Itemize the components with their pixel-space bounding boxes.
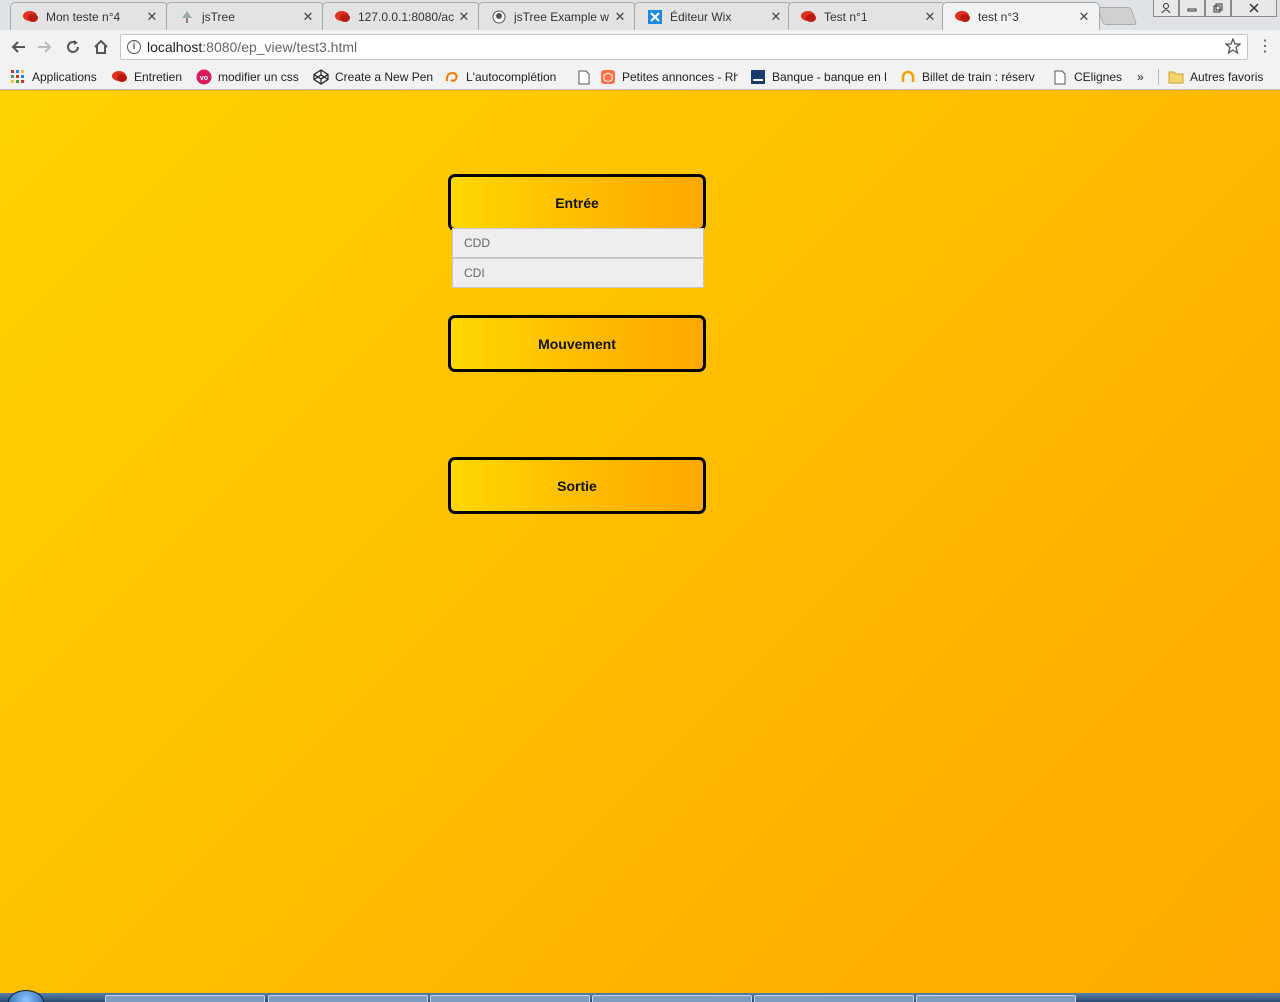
tab-mon-teste-4[interactable]: Mon teste n°4 ✕ xyxy=(10,2,168,30)
tab-jstree[interactable]: jsTree ✕ xyxy=(166,2,324,30)
bookmark-label: Autres favoris xyxy=(1190,70,1264,84)
forward-arrow-icon[interactable] xyxy=(33,36,57,58)
taskbar-item[interactable] xyxy=(268,995,428,1002)
vo-icon: vo xyxy=(196,69,212,85)
bookmark-page[interactable] xyxy=(576,68,594,86)
window-controls xyxy=(1153,0,1277,18)
swirl-icon xyxy=(444,69,460,85)
more-menu-icon[interactable]: ⋮ xyxy=(1257,36,1273,58)
minimize-icon[interactable] xyxy=(1179,0,1205,17)
page-icon xyxy=(576,69,592,85)
url-host: localhost xyxy=(147,39,203,55)
speech-bubble-icon xyxy=(801,9,817,25)
user-icon[interactable] xyxy=(1153,0,1179,17)
speech-bubble-icon xyxy=(23,9,39,25)
close-icon[interactable]: ✕ xyxy=(301,9,315,24)
reload-icon[interactable] xyxy=(61,36,85,58)
bookmark-label: Petites annonces - Rh xyxy=(622,70,738,84)
bookmark-entretien[interactable]: Entretien xyxy=(112,68,188,86)
back-arrow-icon[interactable] xyxy=(6,36,30,58)
speech-bubble-icon xyxy=(112,69,128,85)
tab-title: Mon teste n°4 xyxy=(46,9,121,24)
bookmark-autres-favoris[interactable]: Autres favoris xyxy=(1168,68,1276,86)
browser-toolbar: i localhost:8080/ep_view/test3.html xyxy=(0,30,1280,64)
restore-icon[interactable] xyxy=(1205,0,1231,17)
github-icon xyxy=(491,9,507,25)
box-icon xyxy=(600,69,616,85)
bookmark-banque[interactable]: Banque - banque en l xyxy=(750,68,888,86)
close-icon[interactable]: ✕ xyxy=(769,9,783,24)
bookmark-create-pen[interactable]: Create a New Pen xyxy=(313,68,435,86)
page-icon xyxy=(1052,69,1068,85)
bookmarks-separator xyxy=(1158,69,1159,85)
wix-icon xyxy=(647,9,663,25)
bookmark-label: Banque - banque en l xyxy=(772,70,887,84)
codepen-icon xyxy=(313,69,329,85)
sortie-button[interactable]: Sortie xyxy=(448,457,706,514)
tab-localhost-ac[interactable]: 127.0.0.1:8080/ac ✕ xyxy=(322,2,480,30)
bookmark-celignes[interactable]: CElignes xyxy=(1052,68,1124,86)
url-path: :8080/ep_view/test3.html xyxy=(202,39,358,55)
home-icon[interactable] xyxy=(89,36,113,58)
bookmark-billet-train[interactable]: Billet de train : réserv xyxy=(900,68,1042,86)
submenu-item-cdd[interactable]: CDD xyxy=(452,228,704,258)
tab-title: Test n°1 xyxy=(824,9,868,24)
tab-jstree-example[interactable]: jsTree Example w ✕ xyxy=(478,2,636,30)
bookmark-applications[interactable]: Applications xyxy=(10,68,102,86)
tab-test-1[interactable]: Test n°1 ✕ xyxy=(788,2,946,30)
bookmarks-overflow-button[interactable]: » xyxy=(1137,68,1151,86)
taskbar-item[interactable] xyxy=(916,995,1076,1002)
bookmarks-bar: Applications Entretien vo modifier un cs… xyxy=(0,64,1280,90)
bookmark-star-icon[interactable] xyxy=(1224,37,1242,59)
new-tab-button[interactable] xyxy=(1096,7,1138,25)
address-bar[interactable]: i localhost:8080/ep_view/test3.html xyxy=(120,34,1248,60)
tab-title: jsTree xyxy=(202,9,235,24)
chevron-double-right-icon: » xyxy=(1137,70,1144,84)
bookmark-modifier-css[interactable]: vo modifier un css xyxy=(196,68,304,86)
svg-text:vo: vo xyxy=(200,75,208,82)
bookmark-label: Applications xyxy=(32,70,97,84)
taskbar-item[interactable] xyxy=(754,995,914,1002)
bookmark-petites-annonces[interactable]: Petites annonces - Rh xyxy=(600,68,738,86)
folder-icon xyxy=(1168,69,1184,85)
tab-test-3[interactable]: test n°3 ✕ xyxy=(942,2,1100,30)
close-icon[interactable]: ✕ xyxy=(457,9,471,24)
close-icon[interactable]: ✕ xyxy=(923,9,937,24)
close-icon[interactable]: ✕ xyxy=(1077,9,1091,24)
window-close-icon[interactable] xyxy=(1231,0,1277,17)
bookmark-label: Create a New Pen xyxy=(335,70,434,84)
submenu-item-cdi[interactable]: CDI xyxy=(452,258,704,288)
tab-title: test n°3 xyxy=(978,9,1019,24)
close-icon[interactable]: ✕ xyxy=(145,9,159,24)
taskbar-item[interactable] xyxy=(592,995,752,1002)
tab-title: jsTree Example w xyxy=(514,9,609,24)
speech-bubble-icon xyxy=(955,9,971,25)
tab-strip: Mon teste n°4 ✕ jsTree ✕ 127.0.0.1:8080/… xyxy=(0,0,1280,30)
tab-title: Éditeur Wix xyxy=(670,9,732,24)
bookmark-label: Billet de train : réserv xyxy=(922,70,1035,84)
tree-icon xyxy=(179,9,195,25)
bank-icon xyxy=(750,69,766,85)
train-icon xyxy=(900,69,916,85)
bookmark-label: modifier un css xyxy=(218,70,299,84)
mouvement-button[interactable]: Mouvement xyxy=(448,315,706,372)
taskbar-item[interactable] xyxy=(105,995,265,1002)
entree-button[interactable]: Entrée xyxy=(448,174,706,231)
bookmark-label: L'autocomplétion xyxy=(466,70,557,84)
bookmark-autocompletion[interactable]: L'autocomplétion xyxy=(444,68,564,86)
info-icon[interactable]: i xyxy=(127,40,141,54)
close-icon[interactable]: ✕ xyxy=(613,9,627,24)
tab-title: 127.0.0.1:8080/ac xyxy=(358,9,455,24)
bookmark-label: Entretien xyxy=(134,70,183,84)
taskbar-item[interactable] xyxy=(430,995,590,1002)
apps-grid-icon xyxy=(10,69,26,85)
bookmark-label: CElignes xyxy=(1074,70,1123,84)
tab-editeur-wix[interactable]: Éditeur Wix ✕ xyxy=(634,2,792,30)
speech-bubble-icon xyxy=(335,9,351,25)
